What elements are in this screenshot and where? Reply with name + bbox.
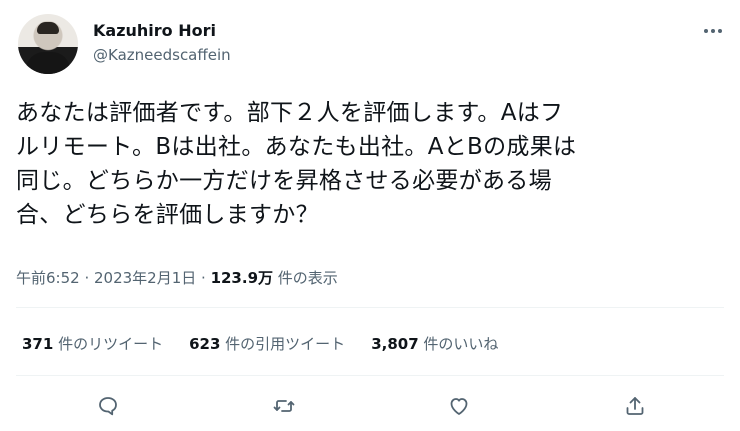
heart-icon[interactable] [445,392,473,420]
views-count[interactable]: 123.9万 [211,269,273,287]
user-info: Kazuhiro Hori @Kazneedscaffein [93,20,231,66]
tweet-timestamp[interactable]: 午前6:52 · 2023年2月1日 · [16,269,211,287]
tweet: Kazuhiro Hori @Kazneedscaffein あなたは評価者です… [0,0,740,431]
share-icon[interactable] [621,392,649,420]
retweets-stat[interactable]: 371 件のリツイート [22,333,163,354]
reply-icon[interactable] [94,392,122,420]
tweet-stats: 371 件のリツイート 623 件の引用ツイート 3,807 件のいいね [22,333,498,354]
tweet-text-line: あなたは評価者です。部下２人を評価します。Aはフ [16,100,564,126]
tweet-meta: 午前6:52 · 2023年2月1日 · 123.9万 件の表示 [16,267,338,288]
more-dot [704,29,708,33]
avatar-hair [37,22,59,34]
quotes-count: 623 [189,335,221,353]
retweets-count: 371 [22,335,54,353]
avatar[interactable] [18,14,78,74]
tweet-text-line: 合、どちらを評価しますか？ [16,202,319,228]
retweet-icon[interactable] [270,392,298,420]
retweets-label: 件のリツイート [53,335,164,353]
tweet-text: あなたは評価者です。部下２人を評価します。Aはフ ルリモート。Bは出社。あなたも… [16,96,726,232]
tweet-text-line: 同じ。どちらか一方だけを昇格させる必要がある場 [16,168,552,194]
divider [16,307,724,308]
avatar-body [26,52,70,74]
more-icon[interactable] [698,20,728,42]
likes-label: 件のいいね [418,335,499,353]
views-label: 件の表示 [273,269,338,287]
quotes-label: 件の引用ツイート [220,335,346,353]
tweet-text-line: ルリモート。Bは出社。あなたも出社。AとBの成果は [16,134,577,160]
more-dot [718,29,722,33]
likes-count: 3,807 [371,335,419,353]
display-name[interactable]: Kazuhiro Hori [93,20,231,42]
more-dot [711,29,715,33]
user-handle[interactable]: @Kazneedscaffein [93,44,231,66]
quotes-stat[interactable]: 623 件の引用ツイート [189,333,345,354]
action-bar [0,392,740,420]
likes-stat[interactable]: 3,807 件のいいね [371,333,498,354]
divider [16,375,724,376]
